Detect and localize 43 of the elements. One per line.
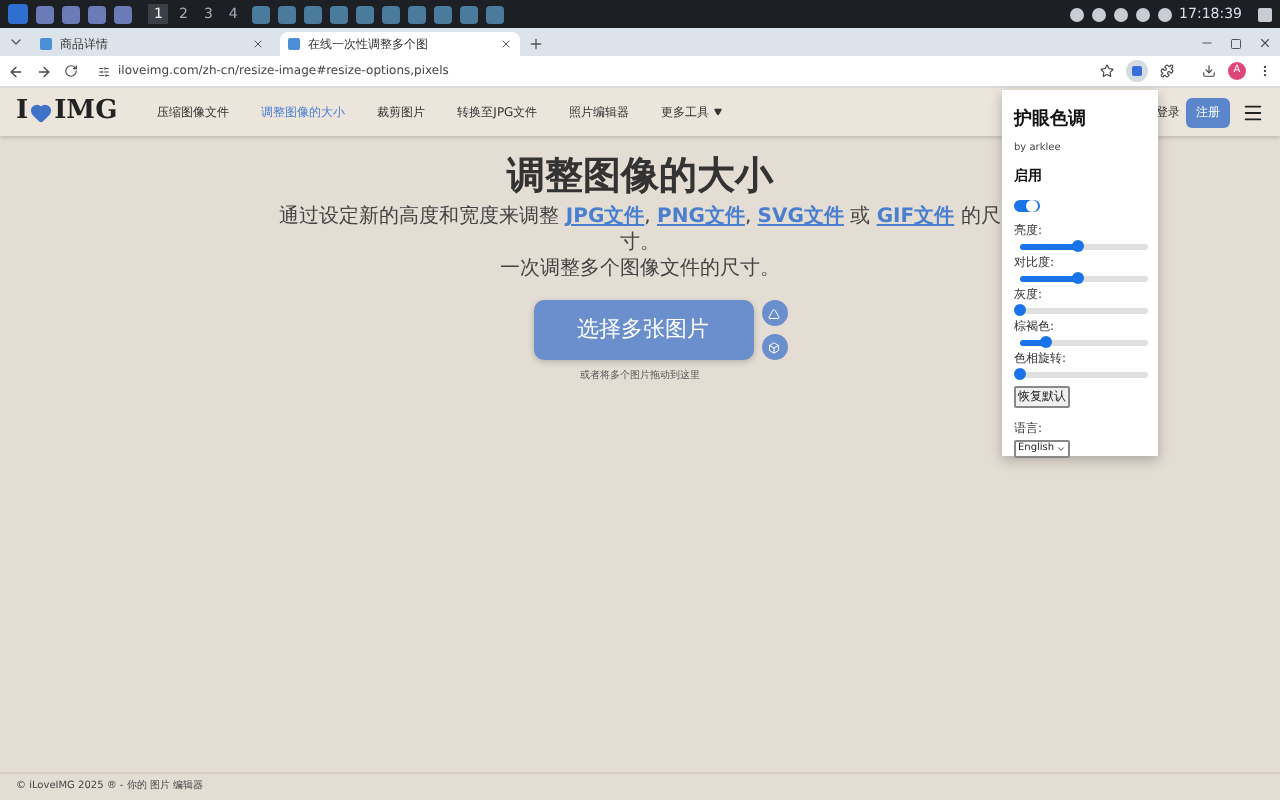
- favicon: [40, 38, 52, 50]
- app-menu-icon[interactable]: [8, 4, 28, 24]
- logo-text: IMG: [54, 94, 118, 131]
- menu-icon[interactable]: [1258, 64, 1272, 78]
- logo[interactable]: I IMG: [16, 92, 118, 132]
- box-icon: [768, 341, 780, 353]
- new-tab-icon[interactable]: [528, 36, 544, 52]
- reload-icon[interactable]: [64, 64, 78, 78]
- dropbox-button[interactable]: [761, 334, 787, 360]
- triangle-icon: [768, 307, 780, 319]
- slider-thumb[interactable]: [1014, 368, 1026, 380]
- enable-toggle[interactable]: [1014, 199, 1040, 211]
- menu-icon[interactable]: [1242, 101, 1264, 123]
- bookmark-star-icon[interactable]: [1100, 64, 1114, 78]
- logo-text: I: [16, 94, 29, 131]
- maximize-icon[interactable]: [1230, 38, 1242, 50]
- slider-track[interactable]: [1020, 275, 1148, 281]
- slider-thumb[interactable]: [1071, 272, 1084, 284]
- back-icon[interactable]: [8, 63, 24, 79]
- forward-icon[interactable]: [36, 63, 52, 79]
- intro-text: 通过设定新的高度和宽度来调整 JPG文件, PNG文件, SVG文件 或 GIF文件 的尺寸。: [278, 204, 1002, 256]
- slider-thumb[interactable]: [1014, 304, 1026, 316]
- slider-track[interactable]: [1020, 243, 1148, 249]
- caret-icon: [1056, 443, 1067, 454]
- tab-list-icon[interactable]: [8, 34, 24, 50]
- slider-fill: [1020, 243, 1078, 249]
- slider-thumb[interactable]: [1071, 240, 1084, 252]
- close-icon[interactable]: [1258, 36, 1272, 50]
- extension-button[interactable]: [1126, 60, 1148, 82]
- popup-title: 护眼色调: [1014, 108, 1088, 134]
- close-icon[interactable]: [500, 38, 512, 50]
- subtitle: 一次调整多个图像文件的尺寸。: [500, 256, 780, 282]
- puzzle-icon[interactable]: [1160, 64, 1174, 78]
- close-icon[interactable]: [252, 38, 264, 50]
- site-info-icon[interactable]: [98, 65, 110, 77]
- cloud-drive-button[interactable]: [761, 300, 787, 326]
- favicon: [288, 38, 300, 50]
- slider-fill: [1020, 275, 1078, 281]
- download-icon[interactable]: [1202, 64, 1216, 78]
- tray-icon[interactable]: [1258, 7, 1272, 21]
- page-title: 调整图像的大小: [507, 152, 773, 202]
- slider-thumb[interactable]: [1039, 336, 1052, 348]
- heart-icon: [30, 101, 53, 123]
